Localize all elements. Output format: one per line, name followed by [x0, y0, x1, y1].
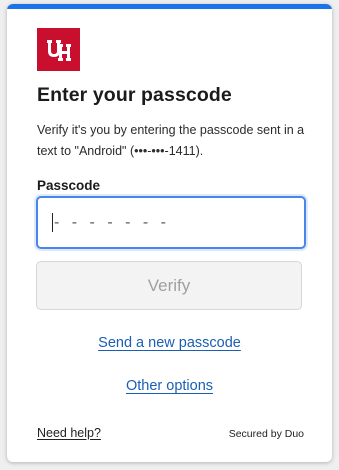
instruction-text: Verify it's you by entering the passcode…	[37, 123, 305, 158]
text-caret	[52, 213, 53, 232]
passcode-label: Passcode	[37, 178, 101, 193]
passcode-input[interactable]	[36, 196, 306, 249]
verify-button[interactable]: Verify	[36, 261, 302, 310]
send-new-passcode-link[interactable]: Send a new passcode	[7, 335, 332, 351]
secured-by-duo-text: Secured by Duo	[228, 428, 304, 440]
duo-prompt-card: Enter your passcode Verify it's you by e…	[7, 4, 332, 462]
page-title: Enter your passcode	[37, 84, 232, 106]
uh-logo-icon	[46, 39, 71, 61]
university-logo	[37, 28, 80, 71]
other-options-link[interactable]: Other options	[7, 378, 332, 394]
need-help-link[interactable]: Need help?	[37, 426, 101, 440]
top-accent-bar	[7, 4, 332, 9]
